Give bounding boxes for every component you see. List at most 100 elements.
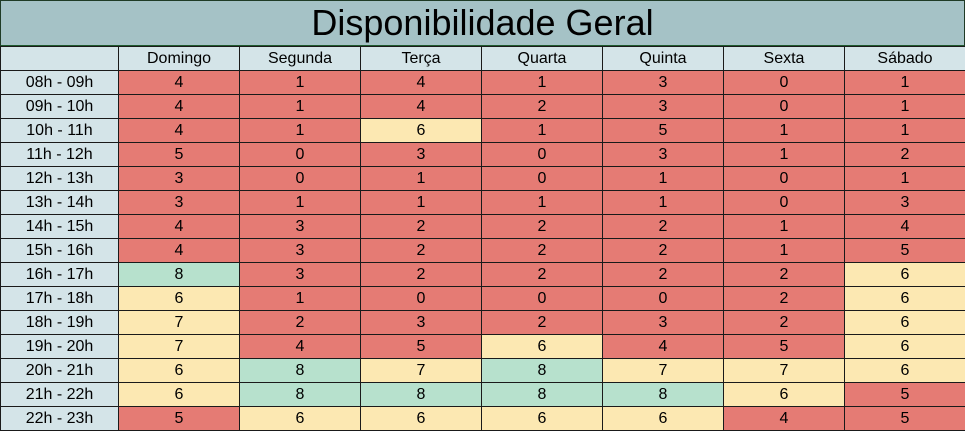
availability-cell[interactable]: 3 <box>360 142 482 167</box>
availability-cell[interactable]: 4 <box>360 94 482 119</box>
availability-cell[interactable]: 5 <box>844 238 965 263</box>
availability-cell[interactable]: 3 <box>239 262 361 287</box>
availability-cell[interactable]: 5 <box>118 406 240 431</box>
availability-cell[interactable]: 2 <box>723 286 845 311</box>
time-slot-label[interactable]: 12h - 13h <box>0 166 119 191</box>
availability-cell[interactable]: 6 <box>723 382 845 407</box>
availability-cell[interactable]: 7 <box>602 358 724 383</box>
availability-cell[interactable]: 0 <box>723 94 845 119</box>
time-slot-label[interactable]: 13h - 14h <box>0 190 119 215</box>
availability-cell[interactable]: 4 <box>360 70 482 95</box>
availability-cell[interactable]: 2 <box>844 142 965 167</box>
availability-cell[interactable]: 8 <box>118 262 240 287</box>
availability-cell[interactable]: 4 <box>118 214 240 239</box>
availability-cell[interactable]: 0 <box>481 286 603 311</box>
availability-cell[interactable]: 4 <box>239 334 361 359</box>
time-slot-label[interactable]: 10h - 11h <box>0 118 119 143</box>
time-slot-label[interactable]: 09h - 10h <box>0 94 119 119</box>
availability-cell[interactable]: 7 <box>360 358 482 383</box>
availability-cell[interactable]: 0 <box>481 142 603 167</box>
availability-cell[interactable]: 8 <box>481 358 603 383</box>
availability-cell[interactable]: 6 <box>844 358 965 383</box>
availability-cell[interactable]: 3 <box>118 166 240 191</box>
availability-cell[interactable]: 5 <box>844 382 965 407</box>
availability-cell[interactable]: 2 <box>481 238 603 263</box>
availability-cell[interactable]: 8 <box>602 382 724 407</box>
availability-cell[interactable]: 0 <box>239 166 361 191</box>
availability-cell[interactable]: 1 <box>481 190 603 215</box>
availability-cell[interactable]: 1 <box>723 142 845 167</box>
availability-cell[interactable]: 2 <box>602 238 724 263</box>
availability-cell[interactable]: 1 <box>602 166 724 191</box>
availability-cell[interactable]: 1 <box>239 70 361 95</box>
availability-cell[interactable]: 5 <box>602 118 724 143</box>
time-slot-label[interactable]: 08h - 09h <box>0 70 119 95</box>
time-slot-label[interactable]: 22h - 23h <box>0 406 119 431</box>
availability-cell[interactable]: 6 <box>360 406 482 431</box>
availability-cell[interactable]: 8 <box>481 382 603 407</box>
availability-cell[interactable]: 3 <box>602 94 724 119</box>
availability-cell[interactable]: 4 <box>844 214 965 239</box>
availability-cell[interactable]: 2 <box>602 214 724 239</box>
availability-cell[interactable]: 1 <box>602 190 724 215</box>
availability-cell[interactable]: 8 <box>239 382 361 407</box>
availability-cell[interactable]: 3 <box>360 310 482 335</box>
time-slot-label[interactable]: 14h - 15h <box>0 214 119 239</box>
availability-cell[interactable]: 2 <box>602 262 724 287</box>
availability-cell[interactable]: 4 <box>723 406 845 431</box>
availability-cell[interactable]: 3 <box>602 70 724 95</box>
availability-cell[interactable]: 1 <box>481 118 603 143</box>
availability-cell[interactable]: 6 <box>118 286 240 311</box>
availability-cell[interactable]: 1 <box>481 70 603 95</box>
availability-cell[interactable]: 1 <box>360 190 482 215</box>
availability-cell[interactable]: 2 <box>481 214 603 239</box>
time-slot-label[interactable]: 20h - 21h <box>0 358 119 383</box>
availability-cell[interactable]: 6 <box>360 118 482 143</box>
availability-cell[interactable]: 5 <box>118 142 240 167</box>
day-header-quarta[interactable]: Quarta <box>481 46 603 71</box>
time-slot-label[interactable]: 18h - 19h <box>0 310 119 335</box>
corner-cell[interactable] <box>0 46 119 71</box>
availability-cell[interactable]: 2 <box>360 214 482 239</box>
availability-cell[interactable]: 1 <box>844 70 965 95</box>
time-slot-label[interactable]: 16h - 17h <box>0 262 119 287</box>
availability-cell[interactable]: 2 <box>723 262 845 287</box>
availability-cell[interactable]: 6 <box>844 286 965 311</box>
availability-cell[interactable]: 8 <box>360 382 482 407</box>
availability-cell[interactable]: 8 <box>239 358 361 383</box>
availability-cell[interactable]: 2 <box>239 310 361 335</box>
availability-cell[interactable]: 6 <box>844 262 965 287</box>
availability-cell[interactable]: 0 <box>360 286 482 311</box>
availability-cell[interactable]: 4 <box>118 94 240 119</box>
time-slot-label[interactable]: 19h - 20h <box>0 334 119 359</box>
availability-cell[interactable]: 2 <box>360 262 482 287</box>
availability-cell[interactable]: 1 <box>844 166 965 191</box>
availability-cell[interactable]: 2 <box>481 94 603 119</box>
availability-cell[interactable]: 4 <box>118 238 240 263</box>
availability-cell[interactable]: 6 <box>844 310 965 335</box>
availability-cell[interactable]: 7 <box>118 334 240 359</box>
availability-cell[interactable]: 1 <box>239 190 361 215</box>
availability-cell[interactable]: 2 <box>360 238 482 263</box>
availability-cell[interactable]: 2 <box>723 310 845 335</box>
availability-cell[interactable]: 1 <box>239 118 361 143</box>
time-slot-label[interactable]: 11h - 12h <box>0 142 119 167</box>
availability-cell[interactable]: 3 <box>239 238 361 263</box>
availability-cell[interactable]: 5 <box>844 406 965 431</box>
availability-cell[interactable]: 3 <box>844 190 965 215</box>
availability-cell[interactable]: 6 <box>118 358 240 383</box>
availability-cell[interactable]: 2 <box>481 310 603 335</box>
availability-cell[interactable]: 1 <box>723 238 845 263</box>
day-header-segunda[interactable]: Segunda <box>239 46 361 71</box>
availability-cell[interactable]: 5 <box>723 334 845 359</box>
availability-cell[interactable]: 1 <box>723 118 845 143</box>
day-header-sabado[interactable]: Sábado <box>844 46 965 71</box>
availability-cell[interactable]: 7 <box>118 310 240 335</box>
availability-cell[interactable]: 4 <box>118 70 240 95</box>
day-header-domingo[interactable]: Domingo <box>118 46 240 71</box>
availability-cell[interactable]: 1 <box>844 118 965 143</box>
availability-cell[interactable]: 6 <box>239 406 361 431</box>
availability-cell[interactable]: 7 <box>723 358 845 383</box>
availability-cell[interactable]: 6 <box>118 382 240 407</box>
availability-cell[interactable]: 6 <box>844 334 965 359</box>
